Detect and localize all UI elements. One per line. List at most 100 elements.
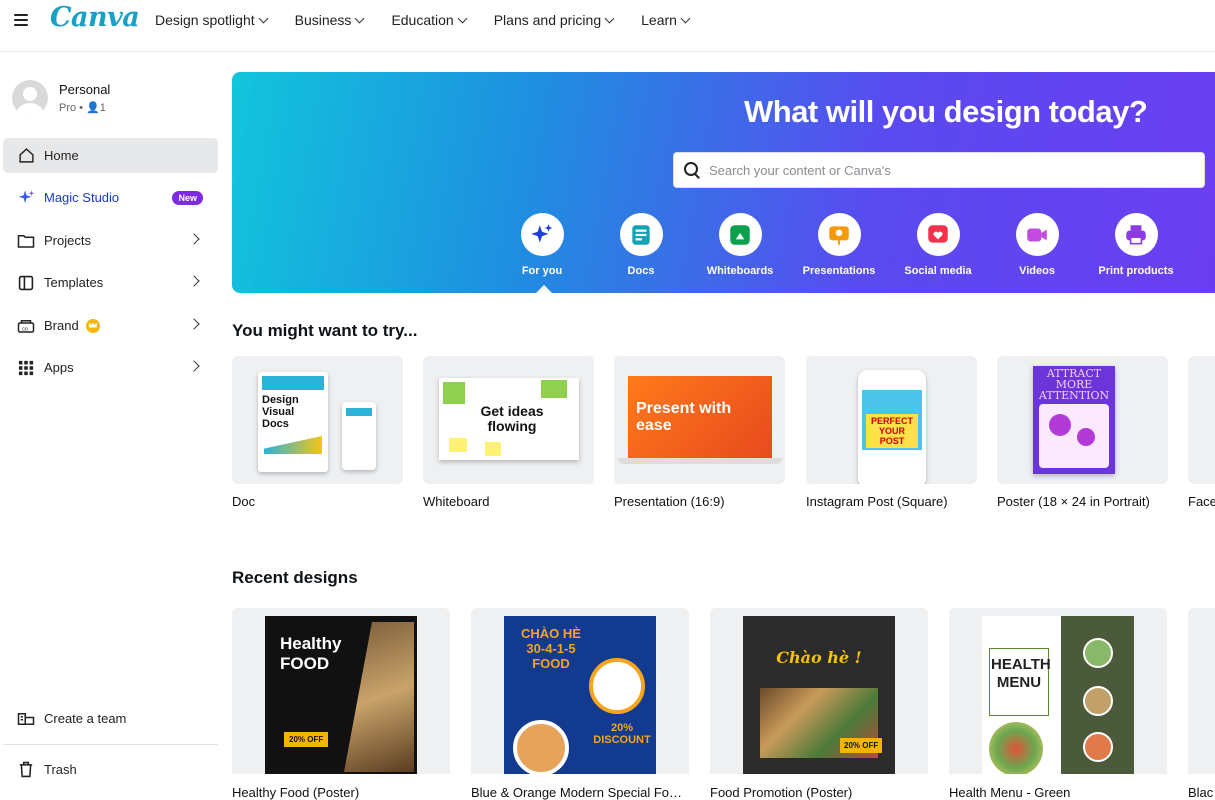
hero-search-box[interactable]	[673, 152, 1205, 188]
recent-section-title: Recent designs	[232, 568, 358, 587]
search-input[interactable]	[709, 162, 1189, 178]
sidebar-item-projects[interactable]: Projects	[3, 223, 218, 258]
profile-name: Personal	[59, 82, 111, 97]
profile-plan: Pro • 👤1	[59, 102, 106, 114]
recent-card-label: Blue & Orange Modern Special Food Poster	[471, 785, 689, 800]
nav-learn[interactable]: Learn	[641, 12, 691, 28]
chevron-right-icon	[188, 360, 200, 372]
category-for-you[interactable]: For you	[497, 213, 587, 277]
video-icon	[1015, 213, 1059, 256]
presentation-icon	[817, 213, 861, 256]
try-card-label: Doc	[232, 494, 256, 509]
thumb-text: HEALTH MENU	[991, 656, 1051, 691]
sidebar-item-brand[interactable]: co Brand	[3, 308, 218, 343]
try-card-facebook[interactable]: Face	[1188, 356, 1215, 509]
presentation-thumbnail: Present with ease	[614, 356, 785, 484]
profile-switcher[interactable]: Personal Pro • 👤1	[12, 80, 110, 116]
doc-thumbnail: Design Visual Docs	[232, 356, 403, 484]
category-label: Presentations	[802, 265, 876, 277]
recent-card-healthy-food[interactable]: Healthy FOOD 20% OFF Healthy Food (Poste…	[232, 608, 450, 800]
try-card-instagram-post[interactable]: PERFECT YOUR POST Instagram Post (Square…	[806, 356, 977, 509]
nav-label: Education	[391, 12, 454, 28]
recent-card-food-promotion[interactable]: Chào hè ! 20% OFF Food Promotion (Poster…	[710, 608, 928, 800]
new-badge: New	[172, 191, 203, 205]
category-social-media[interactable]: Social media	[893, 213, 983, 277]
sidebar-item-apps[interactable]: Apps	[3, 350, 218, 385]
try-card-label: Whiteboard	[423, 494, 490, 509]
nav-design-spotlight[interactable]: Design spotlight	[155, 12, 269, 28]
recent-card-label: Blac	[1188, 785, 1214, 800]
chevron-down-icon	[354, 13, 365, 23]
recent-card-black[interactable]: Blac	[1188, 608, 1215, 800]
canva-logo[interactable]: Canva	[50, 2, 140, 33]
thumb-badge: 20% OFF	[840, 738, 883, 753]
recent-card-health-menu[interactable]: HEALTH MENU Health Menu - Green	[949, 608, 1167, 800]
recent-card-blue-orange[interactable]: CHÀO HÈ 30-4-1-5 FOOD 20% DISCOUNT Blue …	[471, 608, 689, 800]
trash-button[interactable]: Trash	[3, 752, 218, 787]
thumb-text: ATTRACT MORE ATTENTION	[1038, 367, 1110, 402]
selected-category-indicator	[536, 285, 552, 293]
category-videos[interactable]: Videos	[992, 213, 1082, 277]
thumb-badge: 20% OFF	[284, 732, 329, 747]
nav-label: Business	[294, 12, 352, 28]
whiteboard-icon	[718, 213, 762, 256]
nav-plans-pricing[interactable]: Plans and pricing	[494, 12, 615, 28]
svg-text:co: co	[22, 326, 28, 332]
instagram-thumbnail: PERFECT YOUR POST	[806, 356, 977, 484]
chevron-down-icon	[680, 13, 691, 23]
try-card-poster[interactable]: ATTRACT MORE ATTENTION Poster (18 × 24 i…	[997, 356, 1168, 509]
home-icon	[17, 147, 35, 165]
folder-icon	[17, 232, 35, 250]
create-team-button[interactable]: Create a team	[3, 701, 218, 736]
category-label: Whiteboards	[706, 265, 774, 277]
sidebar: Personal Pro • 👤1 Home Magic Studio New …	[0, 52, 225, 800]
health-menu-thumbnail: HEALTH MENU	[949, 608, 1167, 774]
nav-education[interactable]: Education	[391, 12, 468, 28]
category-label: Docs	[627, 265, 655, 277]
trash-icon	[17, 761, 35, 779]
category-print-products[interactable]: Print products	[1091, 213, 1181, 277]
sparkle-icon	[520, 213, 564, 256]
sidebar-item-label: Magic Studio	[44, 190, 120, 205]
sidebar-item-home[interactable]: Home	[3, 138, 218, 173]
thumb-text: Design Visual Docs	[262, 394, 299, 430]
thumb-badge: 20% DISCOUNT	[593, 722, 651, 746]
sidebar-item-label: Create a team	[44, 711, 127, 726]
try-card-presentation[interactable]: Present with ease Presentation (16:9)	[614, 356, 785, 509]
hero-title: What will you design today?	[744, 94, 1148, 129]
poster-thumbnail: ATTRACT MORE ATTENTION	[997, 356, 1168, 484]
thumb-text: Healthy FOOD	[280, 634, 342, 673]
sidebar-item-label: Apps	[44, 360, 74, 375]
sidebar-item-label: Templates	[44, 275, 104, 290]
nav-label: Learn	[641, 12, 677, 28]
chevron-right-icon	[188, 233, 200, 245]
heart-icon	[916, 213, 960, 256]
thumb-text: Present with ease	[636, 400, 732, 434]
try-card-label: Poster (18 × 24 in Portrait)	[997, 494, 1150, 509]
nav-business[interactable]: Business	[294, 12, 365, 28]
category-label: Print products	[1098, 265, 1174, 277]
category-whiteboards[interactable]: Whiteboards	[695, 213, 785, 277]
divider	[3, 744, 218, 745]
category-docs[interactable]: Docs	[596, 213, 686, 277]
doc-icon	[619, 213, 663, 256]
chevron-down-icon	[604, 13, 615, 23]
try-section-title: You might want to try...	[232, 321, 418, 340]
crown-icon	[85, 318, 100, 333]
category-label: Social media	[904, 265, 972, 277]
category-presentations[interactable]: Presentations	[794, 213, 884, 277]
try-card-label: Instagram Post (Square)	[806, 494, 948, 509]
printer-icon	[1114, 213, 1158, 256]
sparkle-icon	[17, 189, 35, 207]
sidebar-item-magic-studio[interactable]: Magic Studio New	[3, 180, 218, 215]
try-card-doc[interactable]: Design Visual Docs Doc	[232, 356, 403, 509]
food-promotion-thumbnail: Chào hè ! 20% OFF	[710, 608, 928, 774]
try-card-whiteboard[interactable]: Get ideas flowing Whiteboard	[423, 356, 594, 509]
category-label: For you	[521, 265, 563, 277]
chevron-right-icon	[188, 318, 200, 330]
chevron-down-icon	[258, 13, 269, 23]
sidebar-item-label: Projects	[44, 233, 91, 248]
menu-icon[interactable]	[12, 12, 30, 28]
sidebar-item-label: Home	[44, 148, 79, 163]
sidebar-item-templates[interactable]: Templates	[3, 265, 218, 300]
